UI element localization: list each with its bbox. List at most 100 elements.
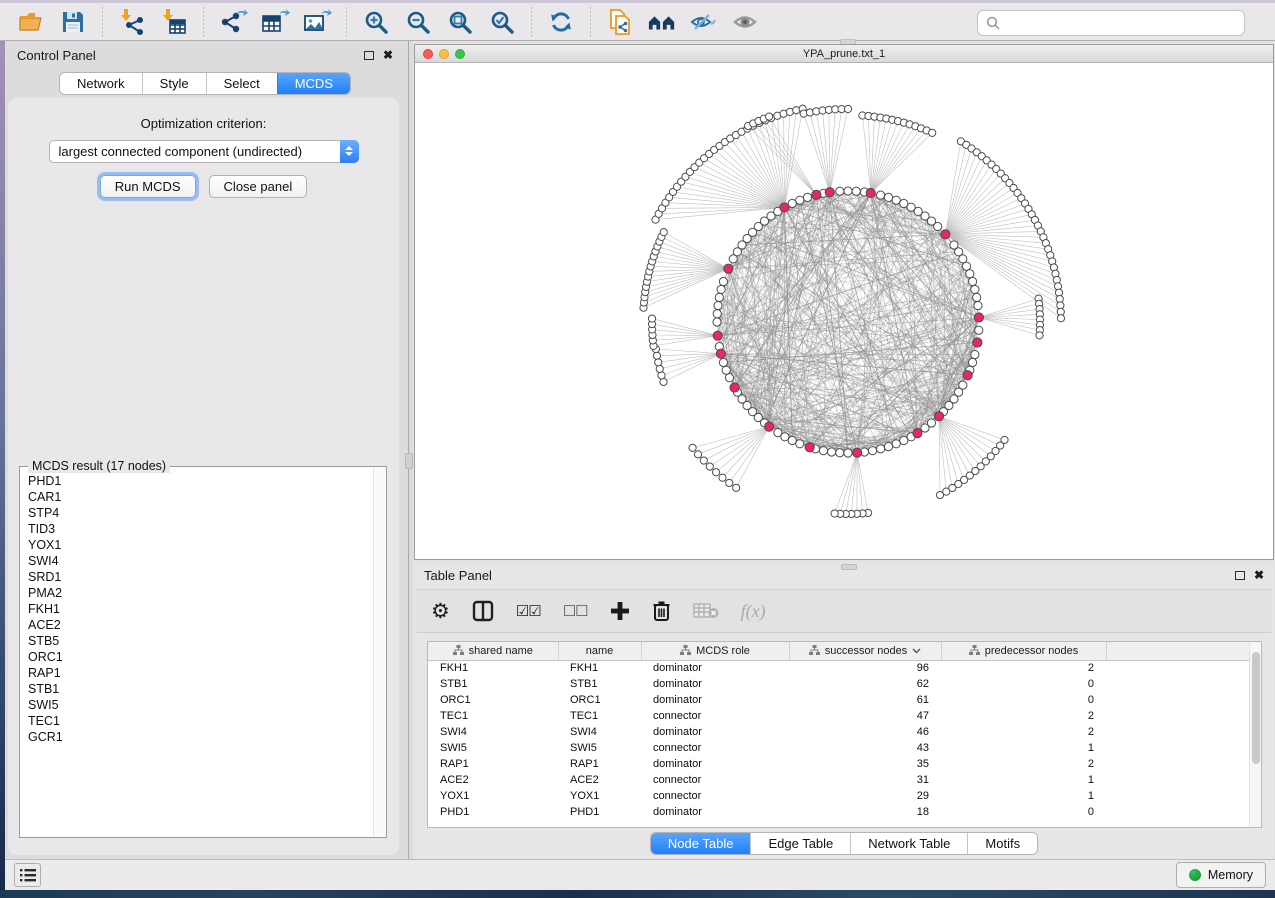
table-row[interactable]: TEC1TEC1connector472 [428,708,1261,724]
table-row[interactable]: RAP1RAP1dominator352 [428,756,1261,772]
search-input[interactable] [1006,16,1236,30]
open-file-button[interactable] [16,8,46,36]
mcds-result-item[interactable]: ORC1 [28,649,372,665]
splitter-grip[interactable] [405,453,413,469]
mcds-result-list[interactable]: PHD1CAR1STP4TID3YOX1SWI4SRD1PMA2FKH1ACE2… [22,473,372,835]
network-window-titlebar[interactable]: YPA_prune.txt_1 [415,45,1273,63]
cell-successor_nodes: 35 [789,756,941,772]
tab-network-table[interactable]: Network Table [850,833,967,854]
mcds-result-item[interactable]: TID3 [28,521,372,537]
close-panel-icon[interactable]: ✖ [1254,569,1264,581]
cell-successor_nodes: 96 [789,660,941,676]
table-row[interactable]: STB1STB1dominator620 [428,676,1261,692]
mcds-result-item[interactable]: CAR1 [28,489,372,505]
run-mcds-button[interactable]: Run MCDS [100,175,196,198]
import-network-icon [118,8,146,36]
tab-style[interactable]: Style [142,73,206,94]
mcds-result-group: MCDS result (17 nodes) PHD1CAR1STP4TID3Y… [19,466,387,838]
mcds-result-item[interactable]: STB5 [28,633,372,649]
select-all-icon[interactable]: ☑☑ [516,602,541,620]
cell-predecessor_nodes: 2 [941,708,1106,724]
cell-name: TEC1 [558,708,641,724]
mcds-result-item[interactable]: STP4 [28,505,372,521]
tab-node-table[interactable]: Node Table [651,833,751,854]
cell-shared_name: ACE2 [428,772,558,788]
mcds-result-item[interactable]: RAP1 [28,665,372,681]
clone-network-button[interactable] [605,8,635,36]
first-neighbors-button[interactable] [647,8,677,36]
mcds-result-item[interactable]: PMA2 [28,585,372,601]
node-table: shared namenameMCDS rolesuccessor nodesp… [427,641,1262,828]
search-field[interactable] [977,10,1245,36]
delete-column-icon[interactable] [652,600,671,622]
criterion-dropdown[interactable]: largest connected component (undirected) [49,140,359,163]
column-header-name[interactable]: name [558,642,641,660]
table-row[interactable]: YOX1YOX1connector291 [428,788,1261,804]
mcds-result-item[interactable]: PHD1 [28,473,372,489]
hide-selected-button[interactable] [689,8,719,36]
column-header-predecessor_nodes[interactable]: predecessor nodes [941,642,1106,660]
export-table-button[interactable] [260,8,290,36]
table-row[interactable]: PHD1PHD1dominator180 [428,804,1261,820]
show-all-button[interactable] [731,8,761,36]
tab-mcds[interactable]: MCDS [277,73,350,94]
toolbar-separator [102,7,103,37]
export-image-button[interactable] [302,8,332,36]
tab-network[interactable]: Network [60,73,142,94]
zoom-fit-button[interactable] [445,8,475,36]
mcds-result-item[interactable]: SRD1 [28,569,372,585]
table-row[interactable]: FKH1FKH1dominator962 [428,660,1261,676]
tab-motifs[interactable]: Motifs [967,833,1037,854]
node-table-body[interactable]: FKH1FKH1dominator962STB1STB1dominator620… [428,660,1261,820]
cell-mcds_role: dominator [641,660,789,676]
mcds-result-item[interactable]: ACE2 [28,617,372,633]
cell-shared_name: SWI5 [428,740,558,756]
close-panel-icon[interactable]: ✖ [383,49,393,61]
import-table-button[interactable] [159,8,189,36]
mcds-result-item[interactable]: YOX1 [28,537,372,553]
toolbar-separator [203,7,204,37]
tab-edge-table[interactable]: Edge Table [750,833,850,854]
mcds-result-item[interactable]: STB1 [28,681,372,697]
cell-predecessor_nodes: 2 [941,660,1106,676]
mcds-result-item[interactable]: TEC1 [28,713,372,729]
tab-select[interactable]: Select [206,73,277,94]
table-settings-icon[interactable]: ⚙ [431,601,450,622]
task-history-button[interactable] [14,863,41,887]
mcds-result-item[interactable]: SWI5 [28,697,372,713]
column-header-shared_name[interactable]: shared name [428,642,558,660]
mcds-result-item[interactable]: FKH1 [28,601,372,617]
zoom-selected-button[interactable] [487,8,517,36]
column-header-mcds_role[interactable]: MCDS role [641,642,789,660]
table-row[interactable]: SWI4SWI4dominator462 [428,724,1261,740]
refresh-button[interactable] [546,8,576,36]
table-row[interactable]: ACE2ACE2connector311 [428,772,1261,788]
desktop-wallpaper-bottom [0,890,1275,898]
node-table-header[interactable]: shared namenameMCDS rolesuccessor nodesp… [428,642,1261,660]
float-panel-icon[interactable] [1235,571,1245,580]
close-panel-button[interactable]: Close panel [209,175,308,198]
save-session-button[interactable] [58,8,88,36]
network-canvas[interactable] [415,63,1273,559]
cell-name: FKH1 [558,660,641,676]
vertical-splitter[interactable] [405,41,413,859]
add-column-icon[interactable] [610,601,630,621]
mcds-result-item[interactable]: GCR1 [28,729,372,745]
table-row[interactable]: ORC1ORC1dominator610 [428,692,1261,708]
table-scrollbar[interactable] [1249,642,1261,827]
mcds-list-scrollbar[interactable] [373,468,385,836]
table-row[interactable]: SWI5SWI5connector431 [428,740,1261,756]
mcds-result-item[interactable]: SWI4 [28,553,372,569]
zoom-out-button[interactable] [403,8,433,36]
import-network-button[interactable] [117,8,147,36]
column-header-successor_nodes[interactable]: successor nodes [789,642,941,660]
float-panel-icon[interactable] [364,51,374,60]
clone-network-icon [607,8,633,36]
cell-successor_nodes: 62 [789,676,941,692]
memory-button[interactable]: Memory [1176,862,1266,888]
show-columns-icon[interactable] [472,600,494,622]
export-network-button[interactable] [218,8,248,36]
zoom-in-button[interactable] [361,8,391,36]
deselect-all-icon[interactable]: ☐☐ [563,602,588,620]
table-scrollbar-thumb[interactable] [1252,652,1260,764]
